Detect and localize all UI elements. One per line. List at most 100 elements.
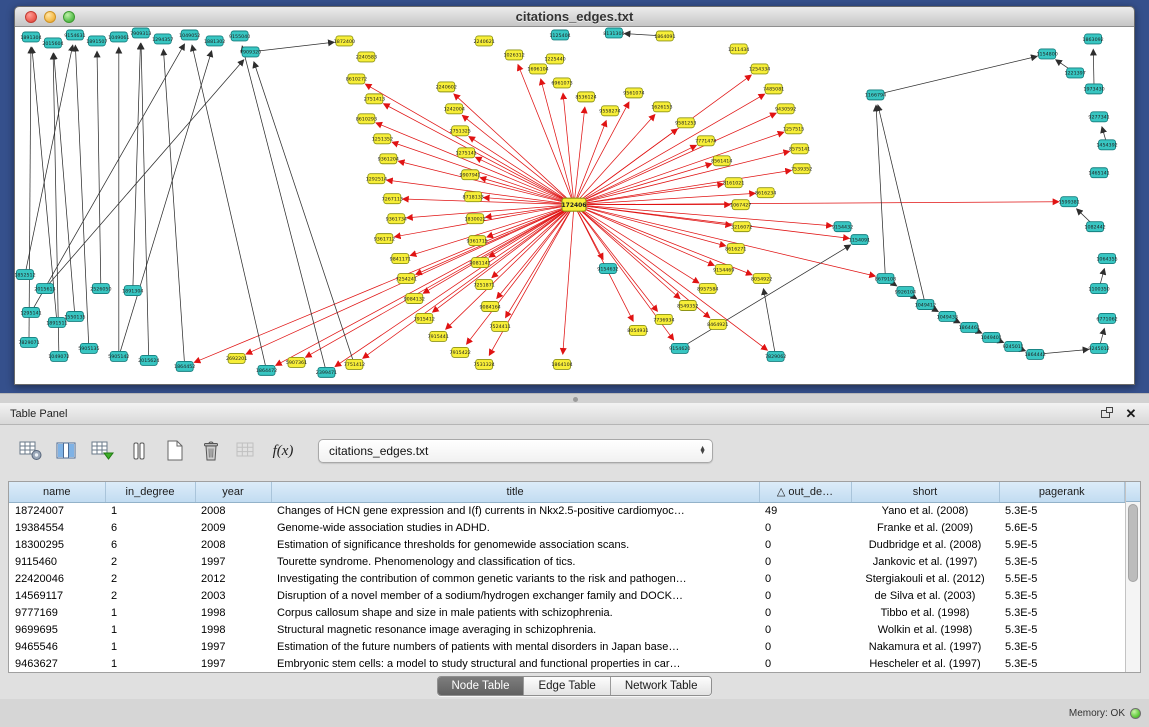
table-cell[interactable]: 9465546 [9,638,105,655]
graph-node[interactable]: 1067427 [730,200,751,210]
table-row[interactable]: 1456911722003Disruption of a novel membe… [9,587,1125,604]
graph-node[interactable]: 1125404 [549,30,570,40]
graph-node[interactable]: 1166794 [865,90,886,100]
new-table-button[interactable] [160,437,190,465]
graph-node[interactable]: 9361204 [378,154,399,164]
graph-node[interactable]: 1275141 [456,148,477,158]
table-cell[interactable]: 0 [759,570,851,587]
table-cell[interactable]: 1998 [195,604,271,621]
graph-node[interactable]: 2692201 [226,353,247,363]
graph-node[interactable]: 1599381 [1058,197,1079,207]
table-cell[interactable]: 0 [759,553,851,570]
network-selector-dropdown[interactable]: citations_edges.txt ▲▼ [318,439,713,463]
graph-node[interactable]: 1049061 [108,32,129,42]
graph-node[interactable]: 6771062 [1096,313,1117,323]
table-cell[interactable]: 5.3E-5 [999,587,1125,604]
table-row[interactable]: 2242004622012Investigating the contribut… [9,570,1125,587]
table-cell[interactable]: 5.9E-5 [999,536,1125,553]
table-cell[interactable]: 1997 [195,655,271,672]
table-cell[interactable]: 0 [759,604,851,621]
graph-node[interactable]: 7829071 [18,337,39,347]
table-cell[interactable]: Disruption of a novel member of a sodium… [271,587,759,604]
delete-table-button[interactable] [196,437,226,465]
table-cell[interactable]: 9777169 [9,604,105,621]
table-cell[interactable]: Yano et al. (2008) [851,502,999,519]
table-cell[interactable]: 1 [105,502,195,519]
graph-node[interactable]: 1049401 [981,332,1002,342]
graph-node[interactable]: 9361712 [374,234,395,244]
table-cell[interactable]: 18724007 [9,502,105,519]
table-cell[interactable]: 2 [105,553,195,570]
graph-node[interactable]: 7751412 [344,359,365,369]
table-cell[interactable]: Estimation of significance thresholds fo… [271,536,759,553]
table-cell[interactable]: 5.6E-5 [999,519,1125,536]
table-cell[interactable]: 2012 [195,570,271,587]
table-cell[interactable]: 2008 [195,536,271,553]
table-cell[interactable]: 18300295 [9,536,105,553]
graph-node[interactable]: 7539352 [791,164,812,174]
table-cell[interactable]: Tibbo et al. (1998) [851,604,999,621]
table-cell[interactable]: Tourette syndrome. Phenomenology and cla… [271,553,759,570]
table-cell[interactable]: 5.3E-5 [999,604,1125,621]
graph-node[interactable]: 2015624 [138,355,159,365]
table-cell[interactable]: 0 [759,638,851,655]
column-header[interactable]: year [195,482,271,502]
graph-node[interactable]: 8616271 [725,244,746,254]
table-cell[interactable]: 0 [759,536,851,553]
graph-node[interactable]: 1221397 [1064,68,1085,78]
table-cell[interactable]: 0 [759,621,851,638]
graph-node[interactable]: 9084132 [404,294,425,304]
graph-node[interactable]: 1863092 [1082,34,1103,44]
column-header[interactable]: △ out_de… [759,482,851,502]
graph-node[interactable]: 8610293 [356,114,377,124]
graph-node[interactable]: 1864472 [256,365,277,375]
graph-node[interactable]: 1064355 [1096,254,1117,264]
minimize-window-button[interactable] [44,11,56,23]
close-panel-button[interactable]: ✕ [1123,407,1139,421]
tab-edge-table[interactable]: Edge Table [524,677,610,695]
graph-node[interactable]: 1864452 [174,361,195,371]
graph-node[interactable]: 2240602 [436,82,457,92]
table-cell[interactable]: 14569117 [9,587,105,604]
graph-node[interactable]: 1864442 [1025,349,1046,359]
table-cell[interactable]: 5.3E-5 [999,655,1125,672]
graph-node[interactable]: 7915422 [450,347,471,357]
graph-node[interactable]: 9154469 [713,265,734,275]
graph-node[interactable]: 8054922 [751,274,772,284]
graph-node[interactable]: 7736934 [653,314,674,324]
graph-node[interactable]: 1891507 [86,36,107,46]
table-cell[interactable]: 5.3E-5 [999,638,1125,655]
graph-node[interactable]: 1872400 [334,36,355,46]
graph-node[interactable]: 1295141 [20,307,41,317]
table-cell[interactable]: Jankovic et al. (1997) [851,553,999,570]
graph-node[interactable]: 7771474 [695,136,716,146]
graph-node[interactable]: 1257515 [783,124,804,134]
table-cell[interactable]: Genome-wide association studies in ADHD. [271,519,759,536]
splitter-grip[interactable] [573,397,578,402]
graph-node[interactable]: 1830022 [465,214,486,224]
network-canvas[interactable]: 1891304201560491546311891507104906179093… [15,27,1134,385]
table-row[interactable]: 946362711997Embryonic stem cells: a mode… [9,655,1125,672]
graph-node[interactable]: 9430592 [775,104,796,114]
graph-node[interactable]: 1100350 [1088,284,1109,294]
graph-node[interactable]: 9154620 [669,343,690,353]
graph-node[interactable]: 9361715 [467,236,488,246]
graph-node[interactable]: 2240621 [474,36,495,46]
graph-node[interactable]: 8575141 [789,144,810,154]
graph-node[interactable]: 1026312 [503,50,524,60]
graph-node[interactable]: 9907941 [460,170,481,180]
table-cell[interactable]: 5.3E-5 [999,621,1125,638]
graph-node[interactable]: 1864091 [654,31,675,41]
scrollbar-thumb[interactable] [1128,504,1138,582]
table-cell[interactable]: 5.5E-5 [999,570,1125,587]
graph-node[interactable]: 9084164 [480,302,501,312]
graph-node[interactable]: 1154091 [849,235,870,245]
column-header[interactable]: in_degree [105,482,195,502]
graph-node[interactable]: 8161021 [723,178,744,188]
table-cell[interactable]: Nakamura et al. (1997) [851,638,999,655]
graph-node[interactable]: 7524411 [489,321,510,331]
graph-node[interactable]: 7485081 [763,84,784,94]
graph-node[interactable]: 9581253 [675,118,696,128]
splitter-handle[interactable] [0,393,1149,403]
graph-node[interactable]: 8718133 [463,192,484,202]
